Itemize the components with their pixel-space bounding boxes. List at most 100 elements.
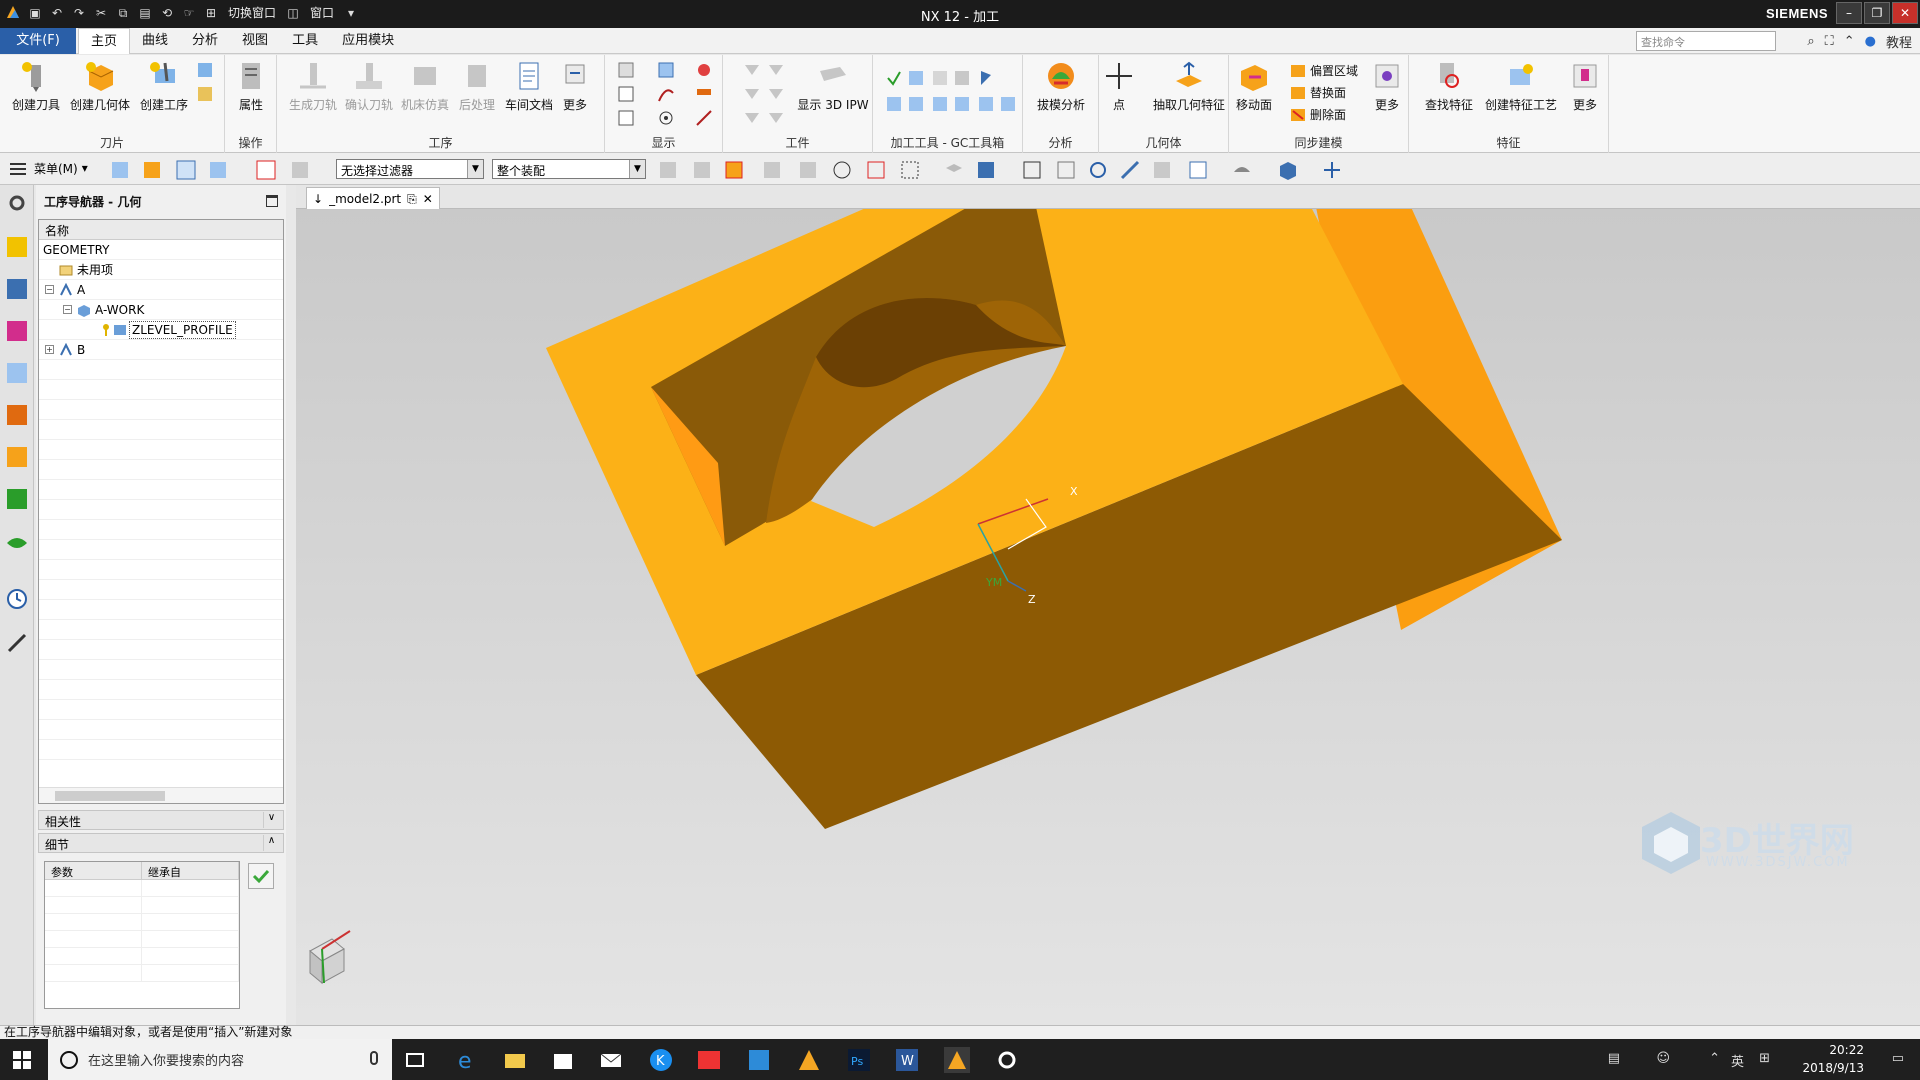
hd3d-tools-icon[interactable] [5, 487, 29, 511]
collapse-ribbon-icon[interactable]: ⌃ [1844, 34, 1855, 49]
tab-analysis[interactable]: 分析 [180, 28, 230, 54]
taskbar-search-box[interactable]: 在这里输入你要搜索的内容 [48, 1039, 392, 1080]
tree-row-zlevel-profile[interactable]: ZLEVEL_PROFILE [39, 320, 283, 340]
select-icon-5[interactable] [798, 160, 818, 180]
process-studio-icon[interactable] [5, 631, 29, 655]
machine-simulation-button[interactable]: 机床仿真 [395, 59, 455, 113]
details-column-inherited[interactable]: 继承自 [142, 862, 239, 879]
workpiece-small-icon-3[interactable] [743, 85, 761, 103]
reuse-library-icon[interactable] [5, 445, 29, 469]
tool-small-icon[interactable] [196, 61, 214, 79]
select-icon-3[interactable] [724, 160, 744, 180]
geometry-view-icon[interactable] [176, 160, 196, 180]
geometry-small-icon[interactable] [196, 85, 214, 103]
select-icon-4[interactable] [762, 160, 782, 180]
minimize-button[interactable]: – [1836, 2, 1862, 24]
tutorial-link[interactable]: 教程 [1886, 32, 1912, 51]
search-icon[interactable]: ⌕ [1807, 34, 1814, 49]
tree-row-b[interactable]: + B [39, 340, 283, 360]
nx-app-icon[interactable] [796, 1047, 822, 1073]
tab-curve[interactable]: 曲线 [130, 28, 180, 54]
chevron-down-icon[interactable]: ∨ [263, 812, 279, 828]
apply-button[interactable] [248, 863, 274, 889]
mail-icon[interactable] [598, 1047, 624, 1073]
gc-icon-7[interactable] [907, 95, 925, 113]
app-icon-1[interactable] [746, 1047, 772, 1073]
move-face-button[interactable]: 移动面 [1227, 59, 1281, 113]
fit-view-icon[interactable] [1022, 160, 1042, 180]
file-explorer-icon[interactable] [502, 1047, 528, 1073]
offset-region-button[interactable]: 偏置区域 [1289, 61, 1358, 79]
fullscreen-icon[interactable]: ⛶ [1825, 34, 1834, 49]
task-view-icon[interactable] [402, 1047, 428, 1073]
panel-minimize-button[interactable] [266, 195, 278, 207]
workpiece-small-icon-1[interactable] [743, 61, 761, 79]
close-button[interactable]: ✕ [1892, 2, 1918, 24]
curve-icon[interactable] [657, 85, 675, 103]
collapse-icon[interactable]: − [63, 305, 72, 314]
collapse-icon[interactable]: − [45, 285, 54, 294]
pan-icon[interactable] [1120, 160, 1140, 180]
edge-browser-icon[interactable]: e [454, 1047, 480, 1073]
scrollbar-thumb[interactable] [55, 791, 165, 801]
show-3d-ipw-button[interactable]: 显示 3D IPW [795, 59, 871, 113]
settings-gear-icon[interactable] [994, 1047, 1020, 1073]
zoom-icon[interactable] [1056, 160, 1076, 180]
horizontal-scrollbar[interactable] [39, 787, 283, 803]
store-icon[interactable] [550, 1047, 576, 1073]
draft-analysis-button[interactable]: 拔模分析 [1031, 59, 1091, 113]
assembly-navigator-icon[interactable] [5, 319, 29, 343]
settings-icon[interactable] [5, 191, 29, 215]
generate-toolpath-button[interactable]: 生成刀轨 [283, 59, 343, 113]
microphone-icon[interactable] [370, 1051, 378, 1065]
machine-navigator-icon[interactable] [5, 277, 29, 301]
gc-icon-10[interactable] [977, 95, 995, 113]
kugou-icon[interactable]: K [648, 1047, 674, 1073]
tab-applications[interactable]: 应用模块 [330, 28, 406, 54]
sync-more-button[interactable]: 更多 [1365, 59, 1409, 113]
feature-more-button[interactable]: 更多 [1563, 59, 1607, 113]
select-icon-7[interactable] [866, 160, 886, 180]
dependency-section[interactable]: 相关性 ∨ [38, 810, 284, 830]
tab-tools[interactable]: 工具 [280, 28, 330, 54]
assembly-scope-dropdown[interactable]: 整个装配 ▼ [492, 159, 646, 179]
workpiece-small-icon-5[interactable] [743, 109, 761, 127]
color-icon[interactable] [695, 85, 713, 103]
details-column-parameter[interactable]: 参数 [45, 862, 142, 879]
display-snap-icon[interactable] [695, 61, 713, 79]
section-view-icon[interactable] [1232, 160, 1252, 180]
tab-options-icon[interactable]: ⎘ [407, 189, 417, 209]
display-option-icon[interactable] [617, 61, 635, 79]
word-icon[interactable]: W [894, 1047, 920, 1073]
extract-geometry-button[interactable]: 抽取几何特征 [1149, 59, 1229, 113]
line-display-icon[interactable] [695, 109, 713, 127]
point-display-icon[interactable] [657, 109, 675, 127]
view-icon-2[interactable] [976, 160, 996, 180]
document-tab[interactable]: ↓ _model2.prt ⎘ ✕ [306, 187, 440, 209]
verify-toolpath-button[interactable]: 确认刀轨 [339, 59, 399, 113]
photoshop-icon[interactable]: Ps [846, 1047, 872, 1073]
people-icon[interactable]: ☺ [1656, 1051, 1670, 1066]
operation-navigator-icon[interactable] [5, 235, 29, 259]
history-icon[interactable] [5, 587, 29, 611]
show-hidden-icons[interactable]: ⌃ [1709, 1051, 1720, 1066]
select-icon-1[interactable] [658, 160, 678, 180]
tree-row-unused[interactable]: 未用项 [39, 260, 283, 280]
tree-row-geometry[interactable]: GEOMETRY [39, 240, 283, 260]
tree-row-a[interactable]: − A [39, 280, 283, 300]
gc-icon-1[interactable] [885, 69, 903, 87]
file-menu-button[interactable]: 文件(F) [0, 28, 76, 54]
orient-view-icon[interactable] [1188, 160, 1208, 180]
program-order-view-icon[interactable] [110, 160, 130, 180]
find-feature-button[interactable]: 查找特征 [1419, 59, 1479, 113]
chevron-up-icon[interactable]: ∧ [263, 835, 279, 851]
nx-active-icon[interactable] [944, 1047, 970, 1073]
tool-filter-icon[interactable] [290, 160, 310, 180]
create-geometry-button[interactable]: 创建几何体 [70, 59, 130, 113]
delete-face-button[interactable]: 删除面 [1289, 105, 1346, 123]
rotate-icon[interactable] [1088, 160, 1108, 180]
language-indicator[interactable]: 英 [1731, 1051, 1744, 1070]
machining-method-view-icon[interactable] [208, 160, 228, 180]
gc-icon-2[interactable] [907, 69, 925, 87]
process-more-button[interactable]: 更多 [549, 59, 601, 113]
